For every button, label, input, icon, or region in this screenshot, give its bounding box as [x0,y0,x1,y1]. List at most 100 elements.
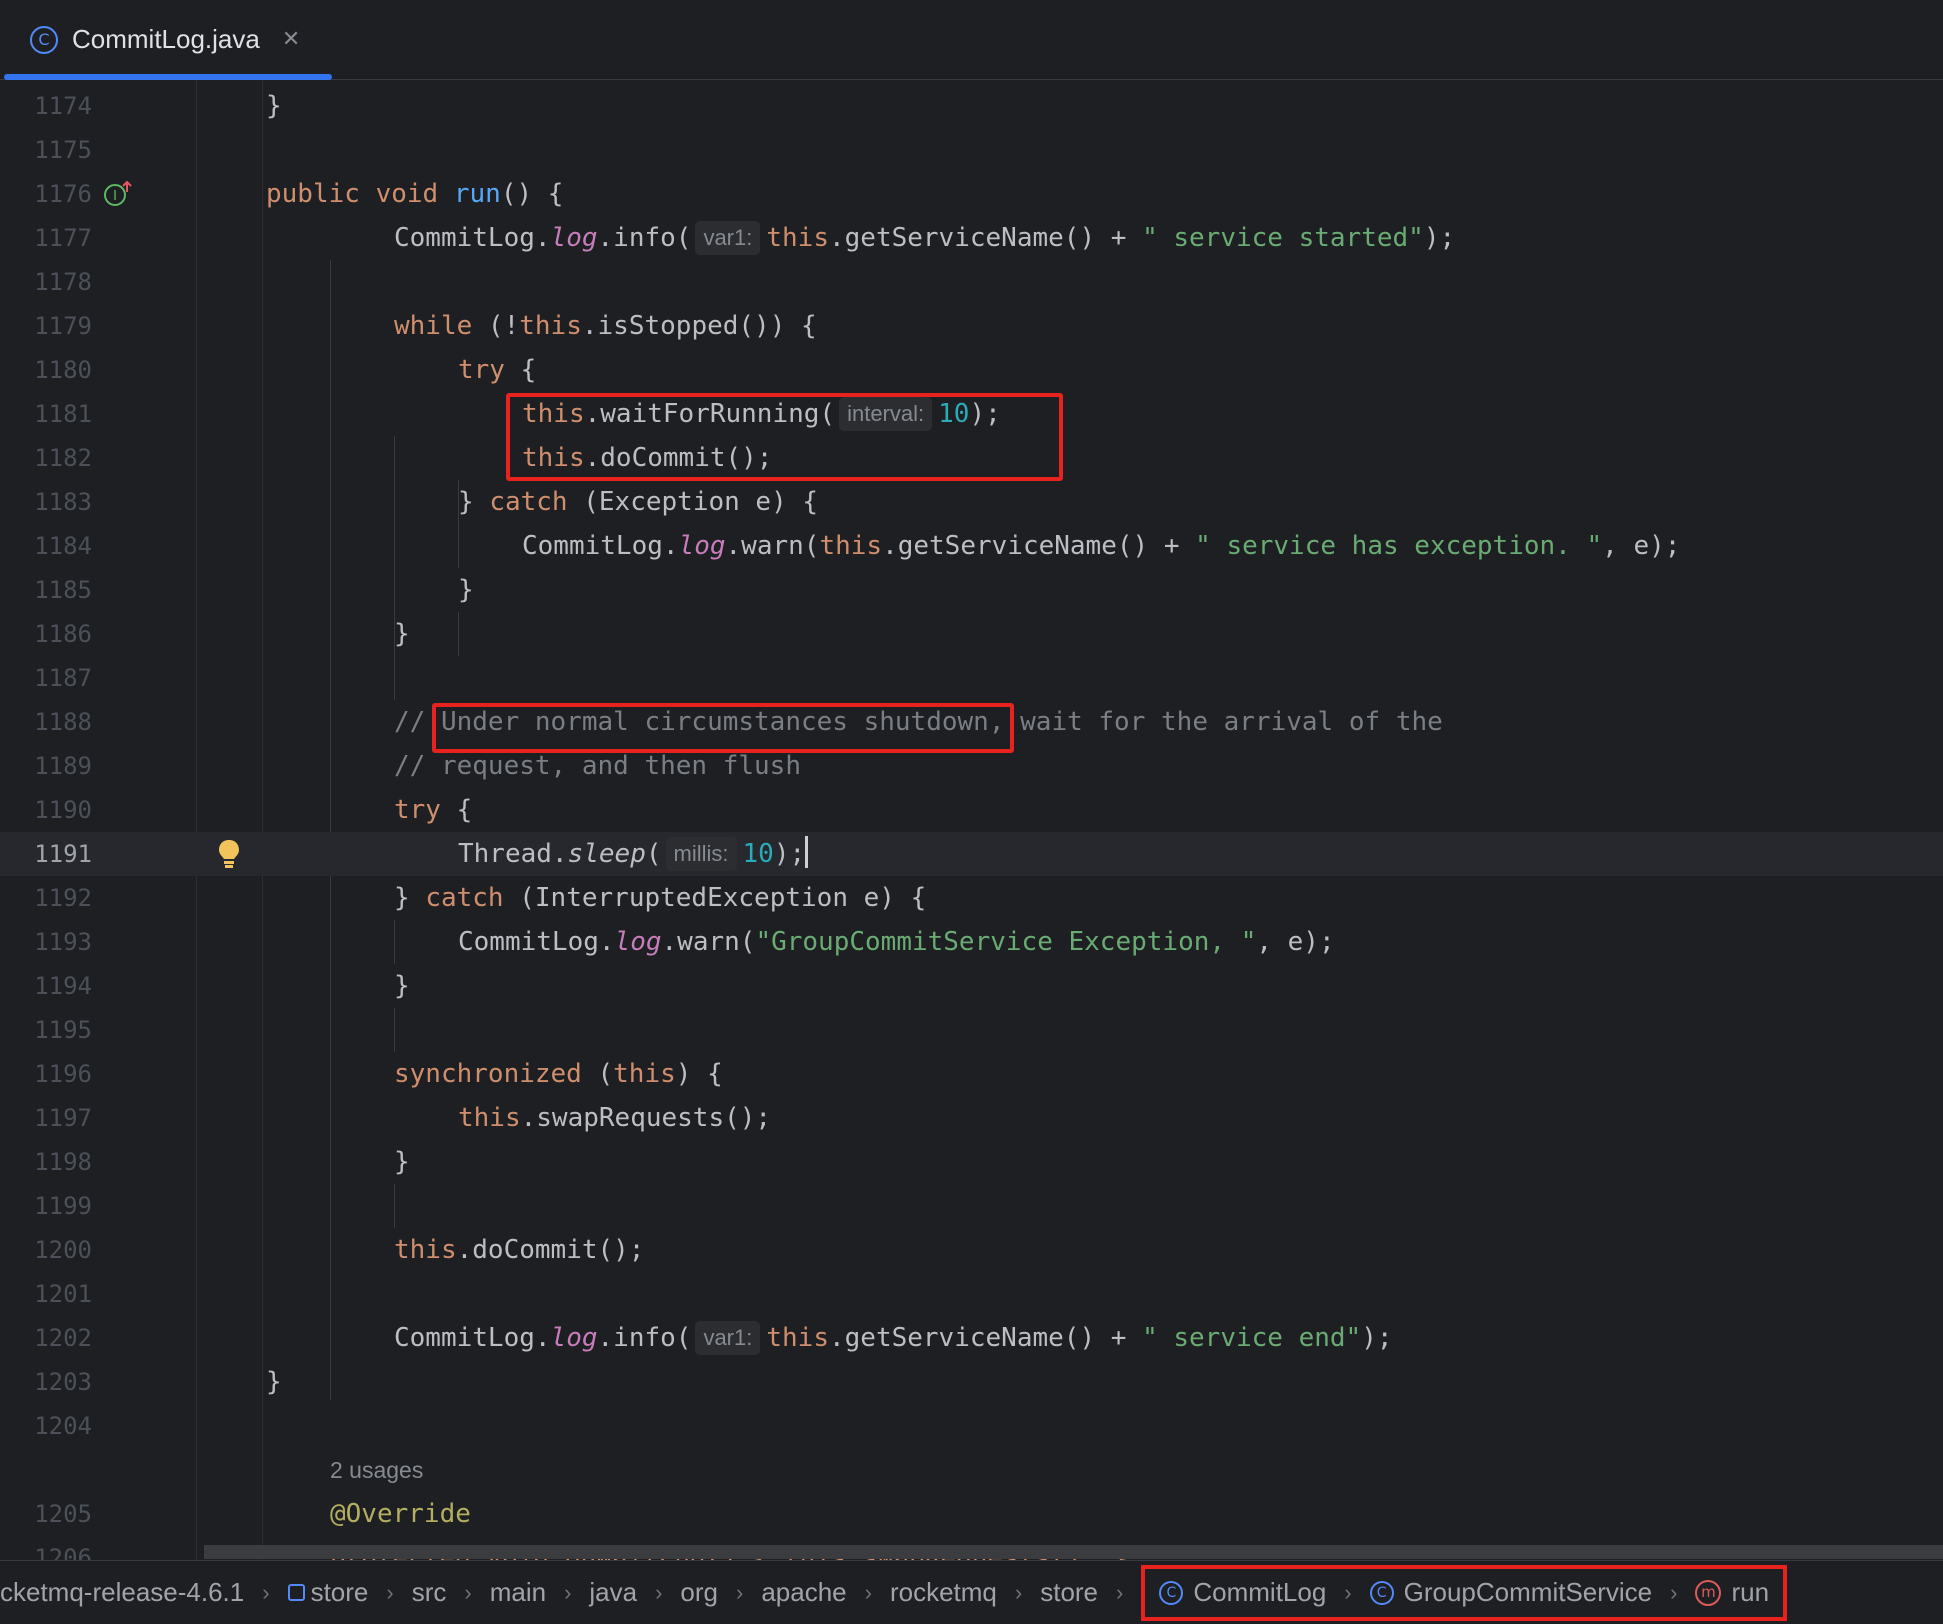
code-line[interactable]: 1196 synchronized (this) { [0,1052,1943,1096]
line-number: 1175 [34,136,92,164]
code-line-current[interactable]: 1191 Thread.sleep(millis: 10); [0,832,1943,876]
code-line[interactable]: 1186 } [0,612,1943,656]
code-text: this.swapRequests(); [458,1103,772,1133]
svg-text:I: I [113,189,117,204]
code-line[interactable]: 1200 this.doCommit(); [0,1228,1943,1272]
code-text: CommitLog.log.warn(this.getServiceName()… [522,531,1681,561]
line-number: 1191 [34,840,92,868]
breadcrumb-src[interactable]: src [412,1577,447,1608]
code-line[interactable]: 1178 [0,260,1943,304]
breadcrumb-class-groupcommitservice[interactable]: C GroupCommitService [1369,1577,1652,1608]
code-line[interactable]: 1195 [0,1008,1943,1052]
close-icon[interactable]: ✕ [282,27,300,52]
code-text: } [394,971,410,1001]
chevron-right-icon: › [1014,1579,1023,1605]
code-line[interactable]: 1194 } [0,964,1943,1008]
breadcrumb-method-run[interactable]: m run [1695,1577,1769,1608]
code-line[interactable]: 1205 @Override [0,1492,1943,1536]
chevron-right-icon: › [655,1579,663,1605]
line-number: 1203 [34,1368,92,1396]
line-number: 1201 [34,1280,92,1308]
code-text: } [266,1367,282,1397]
chevron-right-icon: › [864,1579,872,1605]
line-number: 1180 [34,356,92,384]
implements-method-icon[interactable]: I [103,180,133,212]
line-number: 1183 [34,488,92,516]
code-line[interactable]: 1201 [0,1272,1943,1316]
chevron-right-icon: › [564,1579,572,1605]
breadcrumb: cketmq-release-4.6.1 › store › src › mai… [0,1560,1943,1624]
breadcrumb-org[interactable]: org [680,1577,718,1608]
breadcrumb-store[interactable]: store [1040,1577,1098,1608]
code-line[interactable]: 1193 CommitLog.log.warn("GroupCommitServ… [0,920,1943,964]
line-number: 1188 [34,708,92,736]
code-text: public void run() { [266,179,564,209]
code-text: } [394,619,410,649]
code-text: } [394,1147,410,1177]
code-line[interactable]: 1180 try { [0,348,1943,392]
code-text: CommitLog.log.info(var1: this.getServiceN… [394,1321,1393,1355]
code-text: try { [458,355,537,385]
code-line[interactable]: 1197 this.swapRequests(); [0,1096,1943,1140]
parameter-hint: var1: [695,1321,761,1355]
code-annotation: @Override [330,1499,471,1529]
code-line[interactable]: 1204 [0,1404,1943,1448]
breadcrumb-module-store[interactable]: store [287,1577,368,1608]
code-text: } [266,91,282,121]
code-text: } catch (Exception e) { [458,487,819,517]
chevron-right-icon: › [386,1579,394,1605]
breadcrumb-class-commitlog[interactable]: C CommitLog [1159,1577,1326,1608]
code-line[interactable]: 1185 } [0,568,1943,612]
line-number: 1192 [34,884,92,912]
code-line[interactable]: 1175 [0,128,1943,172]
code-line[interactable]: 1179 while (!this.isStopped()) { [0,304,1943,348]
code-line[interactable]: 1184 CommitLog.log.warn(this.getServiceN… [0,524,1943,568]
code-text: try { [394,795,473,825]
text-caret [805,836,809,868]
class-icon: C [1369,1580,1394,1605]
line-number: 1177 [34,224,92,252]
line-number: 1185 [34,576,92,604]
breadcrumb-main[interactable]: main [490,1577,546,1608]
code-line[interactable]: 1177 CommitLog.log.info(var1: this.getSer… [0,216,1943,260]
breadcrumb-apache[interactable]: apache [761,1577,846,1608]
line-number: 1189 [34,752,92,780]
breadcrumb-rocketmq[interactable]: rocketmq [890,1577,997,1608]
line-number: 1196 [34,1060,92,1088]
method-icon: m [1695,1579,1722,1606]
highlight-box-breadcrumb: C CommitLog › C GroupCommitService › m run [1141,1564,1788,1621]
code-line[interactable]: 1190 try { [0,788,1943,832]
chevron-right-icon: › [1116,1579,1124,1605]
tab-label: CommitLog.java [72,24,260,54]
horizontal-scrollbar[interactable] [204,1545,1943,1559]
code-text: this.doCommit(); [394,1235,645,1265]
code-text: Thread.sleep(millis: 10); [458,832,809,876]
breadcrumb-java[interactable]: java [589,1577,637,1608]
highlight-box-wait-commit [506,393,1063,481]
lightbulb-icon[interactable] [216,838,242,874]
code-line[interactable]: 1199 [0,1184,1943,1228]
code-line[interactable]: 1203 } [0,1360,1943,1404]
editor-tab-bar: C CommitLog.java ✕ [0,0,1943,80]
code-text: } [458,575,474,605]
line-number: 1200 [34,1236,92,1264]
code-line[interactable]: 1198 } [0,1140,1943,1184]
line-number: 1193 [34,928,92,956]
line-number: 1179 [34,312,92,340]
usages-hint[interactable]: 2 usages [330,1448,423,1492]
breadcrumb-project[interactable]: cketmq-release-4.6.1 [0,1577,244,1608]
code-line[interactable]: 1187 [0,656,1943,700]
line-number: 1181 [34,400,92,428]
code-line[interactable]: 1174 } [0,84,1943,128]
tab-commitlog-java[interactable]: C CommitLog.java ✕ [4,0,332,80]
code-line[interactable]: 1176 I public void run() { [0,172,1943,216]
line-number: 1206 [34,1544,92,1560]
line-number: 1204 [34,1412,92,1440]
line-number: 1178 [34,268,92,296]
code-line[interactable]: 1183 } catch (Exception e) { [0,480,1943,524]
code-text: CommitLog.log.info(var1: this.getServiceN… [394,221,1456,255]
code-line[interactable]: 1202 CommitLog.log.info(var1: this.getSer… [0,1316,1943,1360]
code-text: } catch (InterruptedException e) { [394,883,927,913]
code-line[interactable]: 1192 } catch (InterruptedException e) { [0,876,1943,920]
code-editor[interactable]: 1174 } 1175 1176 I public void run() { 1… [0,80,1943,1560]
